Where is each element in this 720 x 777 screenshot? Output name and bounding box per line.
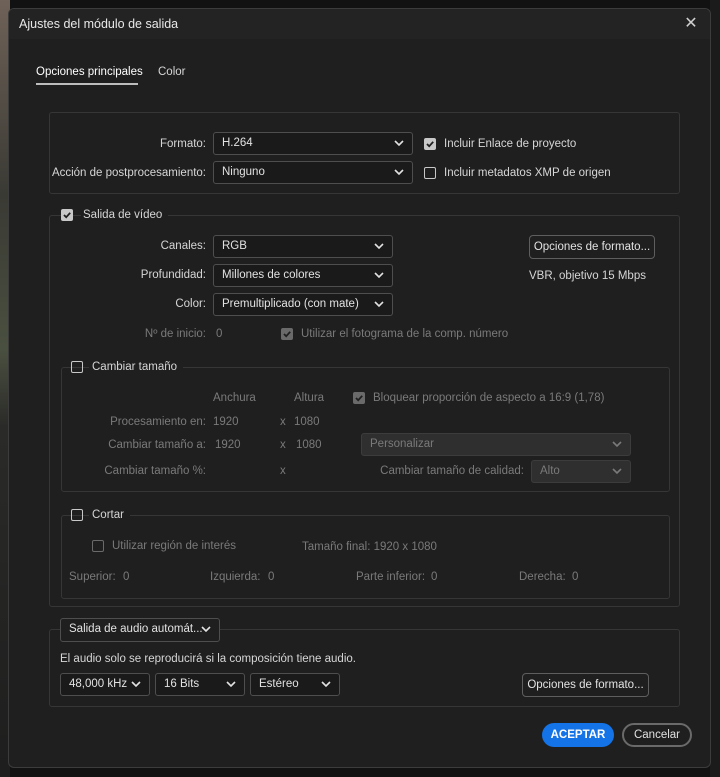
roi-checkbox[interactable]: [92, 540, 104, 552]
resize-label: Cambiar tamaño: [89, 361, 184, 373]
audio-channels-dropdown[interactable]: Estéreo: [250, 673, 340, 696]
background-right: [710, 0, 720, 777]
resize-preset-dropdown[interactable]: Personalizar: [361, 433, 631, 456]
resize-to-height[interactable]: 1080: [296, 439, 322, 451]
crop-left-label: Izquierda:: [210, 571, 261, 583]
dialog-title: Ajustes del módulo de salida: [19, 17, 179, 31]
resize-quality-dropdown[interactable]: Alto: [531, 460, 631, 483]
depth-value: Millones de colores: [222, 269, 321, 281]
active-tab-indicator: [36, 83, 138, 85]
resize-to-times: x: [280, 439, 286, 451]
include-xmp-checkbox[interactable]: [424, 167, 436, 179]
resize-to-width[interactable]: 1920: [215, 439, 241, 451]
close-icon[interactable]: ✕: [680, 13, 702, 35]
rendering-times: x: [280, 416, 286, 428]
channels-dropdown[interactable]: RGB: [213, 235, 393, 258]
crop-right-value[interactable]: 0: [572, 571, 578, 583]
lock-aspect-checkbox[interactable]: [353, 392, 365, 404]
format-value: H.264: [222, 137, 253, 149]
chevron-down-icon: [374, 243, 384, 250]
include-xmp-label: Incluir metadatos XMP de origen: [444, 167, 611, 179]
format-summary: VBR, objetivo 15 Mbps: [529, 270, 646, 282]
resize-percent-label: Cambiar tamaño %:: [104, 465, 206, 477]
include-project-link-label: Incluir Enlace de proyecto: [444, 138, 577, 150]
chevron-down-icon: [226, 681, 236, 688]
audio-format-options-button[interactable]: Opciones de formato...: [522, 673, 649, 697]
lock-aspect-label: Bloquear proporción de aspecto a 16:9 (1…: [373, 392, 605, 404]
channels-value: RGB: [222, 240, 247, 252]
resize-quality-value: Alto: [540, 465, 560, 477]
checkmark-icon: [63, 212, 71, 219]
crop-checkbox[interactable]: [71, 509, 83, 521]
format-dropdown[interactable]: H.264: [213, 132, 413, 155]
audio-bits-dropdown[interactable]: 16 Bits: [155, 673, 245, 696]
crop-right-label: Derecha:: [519, 571, 566, 583]
chevron-down-icon: [612, 468, 622, 475]
chevron-down-icon: [201, 626, 211, 633]
chevron-down-icon: [131, 681, 141, 688]
ok-button[interactable]: ACEPTAR: [542, 723, 614, 747]
chevron-down-icon: [321, 681, 331, 688]
rendering-at-label: Procesamiento en:: [110, 416, 206, 428]
audio-output-dropdown[interactable]: Salida de audio automát...: [60, 618, 220, 642]
crop-left-value[interactable]: 0: [268, 571, 274, 583]
depth-dropdown[interactable]: Millones de colores: [213, 264, 393, 287]
use-comp-frame-label: Utilizar el fotograma de la comp. número: [301, 328, 509, 340]
audio-output-value: Salida de audio automát...: [69, 623, 203, 635]
resize-percent-times: x: [280, 465, 286, 477]
cancel-button[interactable]: Cancelar: [622, 723, 692, 747]
width-header: Anchura: [213, 392, 256, 404]
depth-label: Profundidad:: [140, 269, 206, 281]
chevron-down-icon: [394, 140, 404, 147]
color-value: Premultiplicado (con mate): [222, 298, 359, 310]
color-label: Color:: [175, 298, 206, 310]
chevron-down-icon: [374, 272, 384, 279]
audio-rate-value: 48,000 kHz: [69, 678, 128, 690]
video-format-options-button[interactable]: Opciones de formato...: [529, 235, 655, 259]
chevron-down-icon: [394, 169, 404, 176]
rendering-width: 1920: [213, 416, 239, 428]
include-project-link-checkbox[interactable]: [424, 138, 436, 150]
crop-label: Cortar: [89, 509, 130, 521]
resize-quality-label: Cambiar tamaño de calidad:: [380, 465, 524, 477]
crop-bottom-label: Parte inferior:: [356, 571, 426, 583]
rendering-height: 1080: [294, 416, 320, 428]
crop-top-value[interactable]: 0: [123, 571, 129, 583]
chevron-down-icon: [612, 441, 622, 448]
checkmark-icon: [426, 141, 434, 148]
checkmark-icon: [283, 331, 291, 338]
audio-channels-value: Estéreo: [259, 678, 299, 690]
resize-checkbox[interactable]: [71, 361, 83, 373]
roi-label: Utilizar región de interés: [112, 540, 237, 552]
resize-preset-value: Personalizar: [370, 438, 434, 450]
crop-panel: [61, 515, 670, 599]
checkmark-icon: [355, 395, 363, 402]
video-output-checkbox[interactable]: [61, 209, 73, 221]
tab-color[interactable]: Color: [158, 66, 185, 78]
channels-label: Canales:: [160, 240, 206, 252]
audio-rate-dropdown[interactable]: 48,000 kHz: [60, 673, 150, 696]
start-number-value[interactable]: 0: [216, 328, 222, 340]
height-header: Altura: [294, 392, 325, 404]
tab-main-options[interactable]: Opciones principales: [36, 66, 143, 78]
postprocess-label: Acción de postprocesamiento:: [51, 167, 206, 179]
video-output-label: Salida de vídeo: [81, 209, 169, 221]
crop-bottom-value[interactable]: 0: [431, 571, 437, 583]
start-number-label: Nº de inicio:: [144, 328, 206, 340]
audio-note: El audio solo se reproducirá si la compo…: [60, 653, 356, 665]
use-comp-frame-checkbox[interactable]: [281, 328, 293, 340]
postprocess-dropdown[interactable]: Ninguno: [213, 161, 413, 184]
chevron-down-icon: [374, 301, 384, 308]
output-module-dialog: Ajustes del módulo de salida ✕ Opciones …: [8, 8, 711, 768]
audio-bits-value: 16 Bits: [164, 678, 200, 690]
resize-to-label: Cambiar tamaño a:: [108, 439, 206, 451]
format-label: Formato:: [159, 138, 206, 150]
final-size-label: Tamaño final: 1920 x 1080: [302, 541, 437, 553]
title-bar: Ajustes del módulo de salida ✕: [9, 9, 710, 39]
color-dropdown[interactable]: Premultiplicado (con mate): [213, 293, 393, 316]
crop-top-label: Superior:: [69, 571, 116, 583]
postprocess-value: Ninguno: [222, 166, 265, 178]
